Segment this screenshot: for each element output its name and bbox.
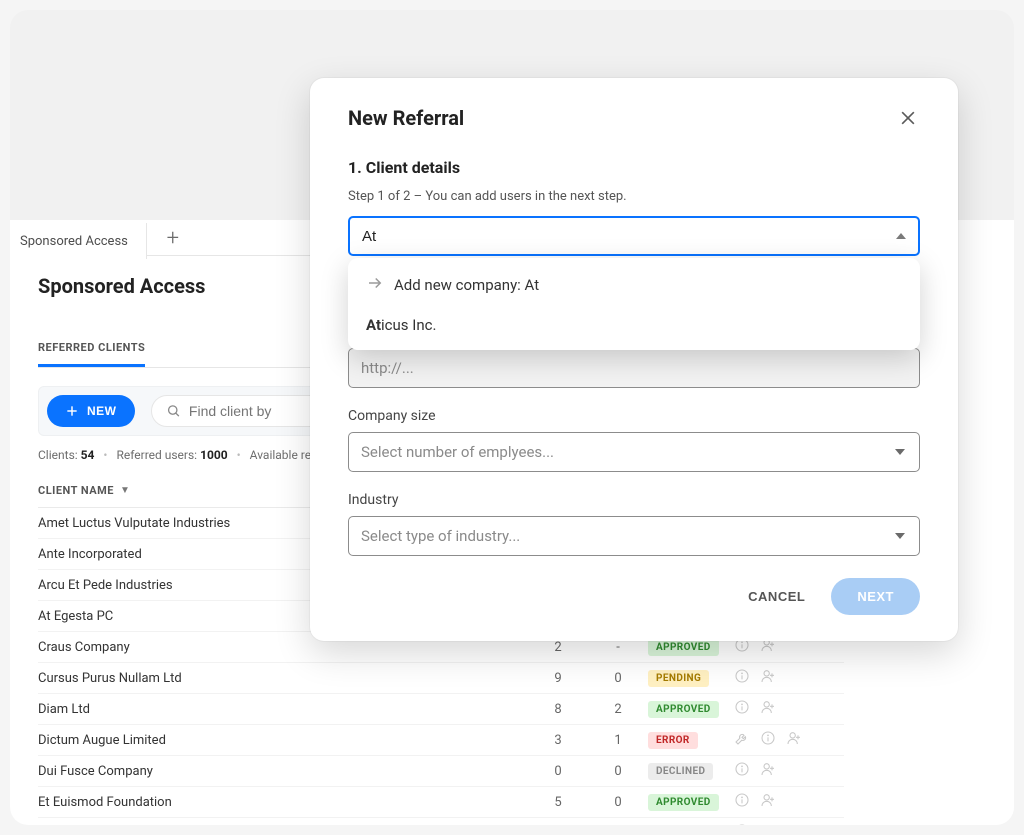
client-name: Dictum Augue Limited: [38, 733, 528, 748]
info-icon[interactable]: [734, 699, 750, 719]
modal-subtext: Step 1 of 2 – You can add users in the n…: [348, 189, 920, 204]
row-actions: [734, 668, 814, 688]
table-row[interactable]: Dui Fusce Company00DECLINED: [38, 756, 844, 787]
plus-icon: [65, 404, 79, 418]
company-input[interactable]: [348, 216, 920, 256]
row-actions: [734, 761, 814, 781]
company-dropdown: Add new company: At Aticus Inc.: [348, 258, 920, 350]
add-user-icon[interactable]: [760, 792, 776, 812]
count-2: 0: [588, 795, 648, 810]
client-name: Craus Company: [38, 640, 528, 655]
status-cell: ERROR: [648, 732, 734, 749]
client-name: Dui Fusce Company: [38, 764, 528, 779]
client-name: Diam Ltd: [38, 702, 528, 717]
count-1: 8: [528, 702, 588, 717]
status-badge: APPROVED: [648, 825, 719, 826]
row-actions: [734, 730, 814, 750]
website-input[interactable]: http://...: [348, 348, 920, 388]
company-size-select[interactable]: Select number of emplyees...: [348, 432, 920, 472]
count-1: 5: [528, 795, 588, 810]
count-1: 3: [528, 733, 588, 748]
new-referral-modal: New Referral 1. Client details Step 1 of…: [310, 78, 958, 641]
cancel-button[interactable]: CANCEL: [748, 589, 805, 604]
modal-section-title: 1. Client details: [348, 158, 920, 177]
new-button-label: NEW: [87, 404, 117, 418]
add-user-icon[interactable]: [760, 823, 776, 825]
count-1: 0: [528, 764, 588, 779]
row-actions: [734, 792, 814, 812]
add-user-icon[interactable]: [760, 699, 776, 719]
add-user-icon[interactable]: [760, 668, 776, 688]
count-2: 2: [588, 702, 648, 717]
chevron-down-icon: [895, 533, 905, 539]
chevron-down-icon: [895, 449, 905, 455]
status-badge: PENDING: [648, 670, 709, 687]
close-icon: [898, 108, 918, 128]
status-badge: ERROR: [648, 732, 698, 749]
close-button[interactable]: [896, 106, 920, 130]
status-cell: APPROVED: [648, 639, 734, 656]
wrench-icon[interactable]: [734, 730, 750, 750]
add-user-icon[interactable]: [760, 761, 776, 781]
status-badge: APPROVED: [648, 794, 719, 811]
sort-icon: ▼: [114, 485, 130, 496]
client-name: Et Euismod Foundation: [38, 795, 528, 810]
dropdown-add-new[interactable]: Add new company: At: [348, 264, 920, 306]
modal-title: New Referral: [348, 106, 464, 130]
info-icon[interactable]: [734, 668, 750, 688]
table-row[interactable]: Et Euismod Foundation50APPROVED: [38, 787, 844, 818]
industry-select[interactable]: Select type of industry...: [348, 516, 920, 556]
status-cell: DECLINED: [648, 763, 734, 780]
arrow-right-icon: [366, 274, 384, 296]
table-row[interactable]: Cursus Purus Nullam Ltd90PENDING: [38, 663, 844, 694]
status-badge: APPROVED: [648, 639, 719, 656]
status-cell: PENDING: [648, 670, 734, 687]
count-2: 1: [588, 733, 648, 748]
count-1: 9: [528, 671, 588, 686]
caret-up-icon: [896, 233, 906, 239]
status-cell: APPROVED: [648, 794, 734, 811]
tab-referred-clients[interactable]: REFERRED CLIENTS: [38, 341, 145, 367]
count-1: 2: [528, 640, 588, 655]
status-cell: APPROVED: [648, 701, 734, 718]
next-button[interactable]: NEXT: [831, 578, 920, 615]
client-name: Cursus Purus Nullam Ltd: [38, 671, 528, 686]
col-client-name[interactable]: CLIENT NAME: [38, 484, 114, 497]
table-row[interactable]: Dictum Augue Limited31ERROR: [38, 725, 844, 756]
industry-label: Industry: [348, 492, 920, 508]
info-icon[interactable]: [734, 792, 750, 812]
table-row[interactable]: Diam Ltd82APPROVED: [38, 694, 844, 725]
count-2: -: [588, 640, 648, 655]
info-icon[interactable]: [734, 823, 750, 825]
count-2: 0: [588, 671, 648, 686]
status-badge: APPROVED: [648, 701, 719, 718]
count-2: 0: [588, 764, 648, 779]
row-actions: [734, 823, 814, 825]
info-icon[interactable]: [734, 761, 750, 781]
company-combobox: Add new company: At Aticus Inc.: [348, 216, 920, 256]
new-button[interactable]: NEW: [47, 395, 135, 427]
tab-sponsored-access[interactable]: Sponsored Access: [10, 223, 147, 259]
new-tab-button[interactable]: +: [151, 220, 195, 256]
add-user-icon[interactable]: [786, 730, 802, 750]
company-size-label: Company size: [348, 408, 920, 424]
search-icon: [166, 403, 181, 419]
dropdown-option-aticus[interactable]: Aticus Inc.: [348, 306, 920, 344]
status-badge: DECLINED: [648, 763, 713, 780]
table-row[interactable]: Eu Corp.102APPROVED: [38, 818, 844, 825]
status-cell: APPROVED: [648, 825, 734, 826]
info-icon[interactable]: [760, 730, 776, 750]
row-actions: [734, 699, 814, 719]
